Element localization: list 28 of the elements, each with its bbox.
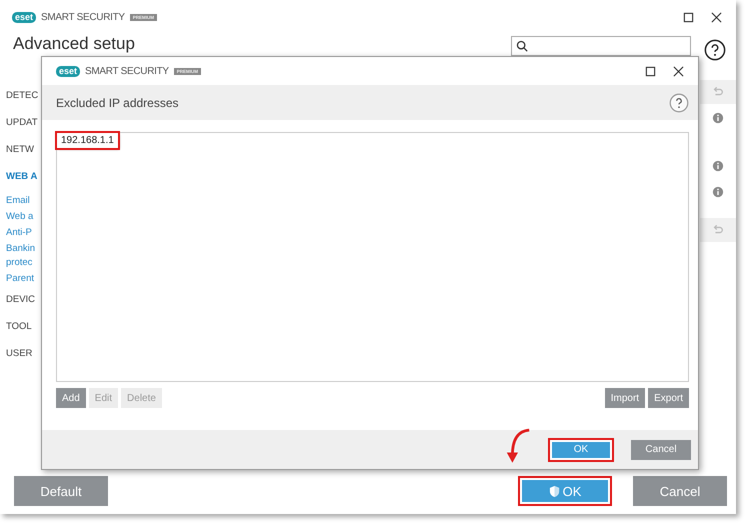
help-icon[interactable] [704,39,726,61]
dialog-button[interactable]: Cancel [633,476,727,506]
product-name: SMART SECURITY [41,12,125,22]
maximize-icon[interactable] [645,66,656,76]
ok-button[interactable]: OK [548,438,614,462]
eset-logo: eset [56,66,80,76]
close-icon[interactable] [673,66,684,76]
dialog-button[interactable]: Cancel [631,440,691,460]
list-button[interactable]: Import [604,388,646,408]
list-button[interactable]: Add [56,388,86,408]
product-name: SMART SECURITY [85,66,169,76]
dialog-button[interactable]: Default [14,476,108,506]
info-icon[interactable] [712,186,724,198]
ip-address-item[interactable]: 192.168.1.1 [57,133,118,148]
list-button[interactable]: Export [648,388,689,408]
page-title: Advanced setup [13,34,135,54]
eset-logo: eset [12,12,36,22]
help-icon[interactable] [669,92,689,112]
info-icon[interactable] [712,112,724,124]
info-icon[interactable] [712,160,724,172]
ok-button[interactable]: OK [518,476,612,506]
maximize-icon[interactable] [683,12,694,22]
search-icon [516,40,528,52]
search-field[interactable] [511,36,691,56]
close-icon[interactable] [711,12,722,22]
shield-icon [548,484,560,498]
dialog-title: Excluded IP addresses [56,96,179,110]
curved-arrow [504,427,532,465]
